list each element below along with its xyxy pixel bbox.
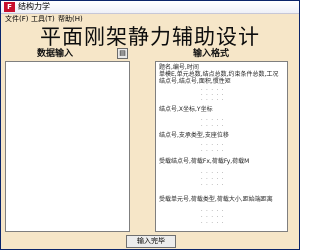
- dot-divider: . . . . .: [201, 122, 225, 128]
- format-line: 受载单元号,荷载类型,荷载大小,距始端距离: [159, 196, 273, 203]
- app-title: 平面刚架静力辅助设计: [40, 25, 260, 49]
- app-window: F 结构力学 文件(F) 工具(T) 帮助(H) 平面刚架静力辅助设计 数据输入…: [0, 0, 300, 250]
- format-line: 题名,编号,时间: [159, 64, 199, 71]
- format-line: 受载结点号,荷载Fx,荷载Fy,荷载M: [159, 158, 250, 165]
- app-logo-icon: F: [4, 2, 15, 12]
- format-line: 结点号,支承类型,支座位移: [159, 132, 229, 139]
- window-title: 结构力学: [18, 2, 50, 11]
- dot-divider: . . . . .: [201, 219, 225, 225]
- input-format-panel: 题名,编号,时间 单模E,单元总数,结点总数,约束条件总数,工况 结点号,结点号…: [155, 61, 288, 232]
- dot-divider: . . . . .: [201, 147, 225, 153]
- menu-bar: 文件(F) 工具(T) 帮助(H): [1, 14, 299, 25]
- format-line: 结点号,结点号,面积,惯性矩: [159, 78, 231, 85]
- input-format-header: 输入格式: [193, 49, 230, 59]
- data-input-header: 数据输入: [37, 49, 74, 59]
- data-input-textarea[interactable]: [5, 61, 130, 232]
- finish-input-button[interactable]: 输入完毕: [126, 235, 176, 248]
- format-line: 单模E,单元总数,结点总数,约束条件总数,工况: [159, 71, 279, 78]
- open-file-button[interactable]: ▤: [117, 48, 128, 59]
- dot-divider: . . . . .: [201, 181, 225, 187]
- format-line: 结点号,X坐标,Y坐标: [159, 106, 213, 113]
- dot-divider: . . . . .: [201, 96, 225, 102]
- menu-tools[interactable]: 工具(T): [31, 14, 55, 25]
- menu-file[interactable]: 文件(F): [5, 14, 29, 25]
- open-file-icon: ▤: [119, 49, 126, 57]
- menu-help[interactable]: 帮助(H): [58, 14, 83, 25]
- title-bar: F 结构力学: [1, 1, 299, 14]
